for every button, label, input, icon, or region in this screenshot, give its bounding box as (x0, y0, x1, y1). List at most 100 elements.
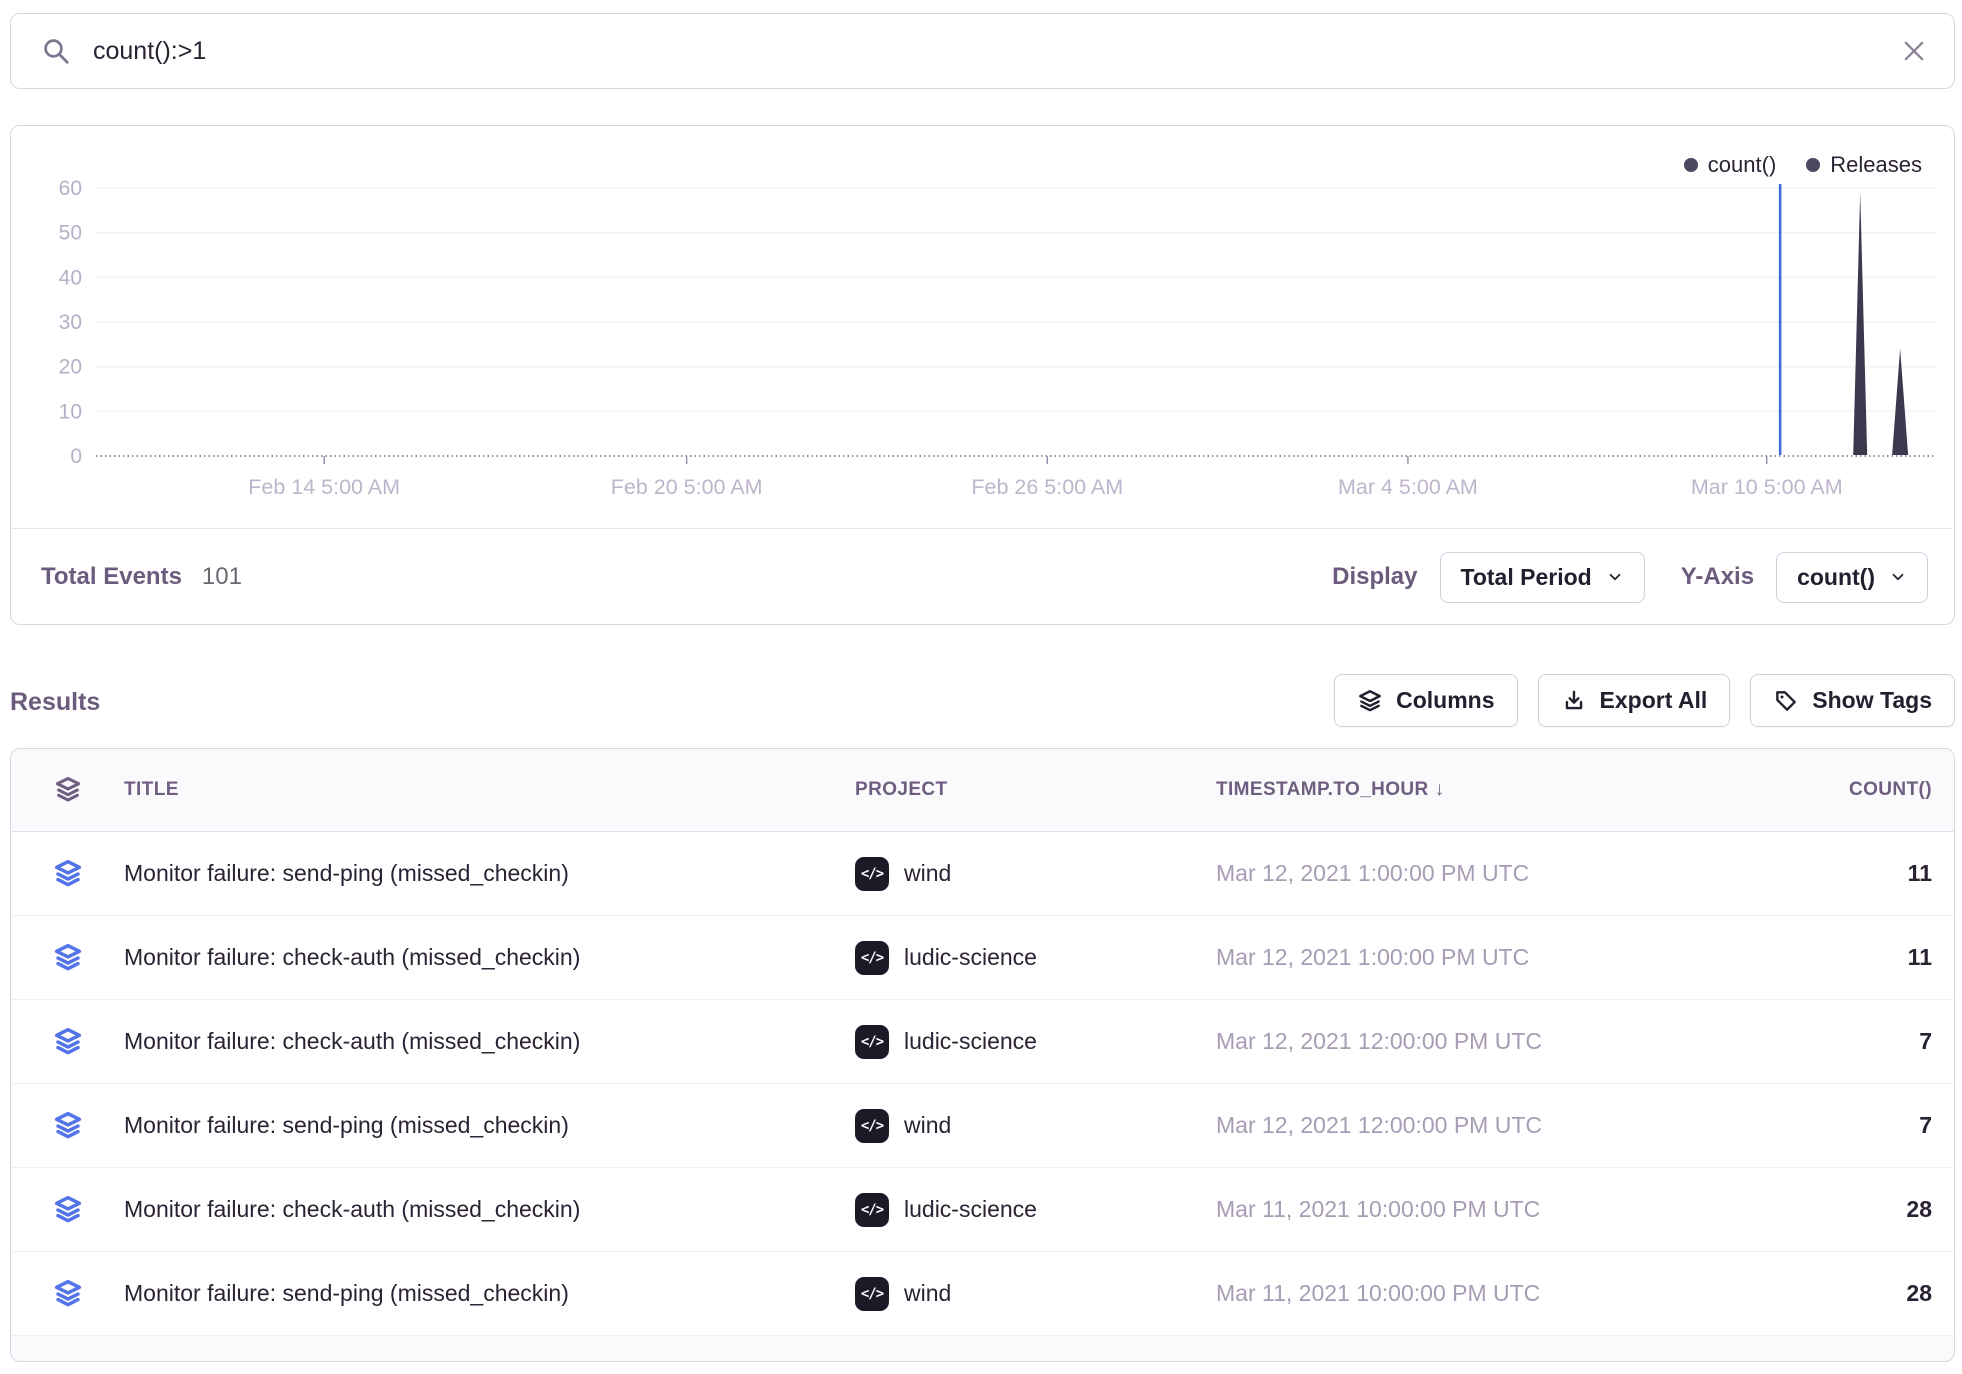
stacked-layers-icon[interactable] (11, 775, 124, 805)
display-dropdown[interactable]: Total Period (1440, 552, 1645, 603)
show-tags-button[interactable]: Show Tags (1750, 674, 1955, 727)
svg-text:60: 60 (59, 177, 82, 200)
table-row[interactable]: Monitor failure: send-ping (missed_check… (11, 1252, 1954, 1336)
row-project: </> ludic-science (855, 941, 1216, 975)
row-timestamp: Mar 12, 2021 12:00:00 PM UTC (1216, 1028, 1734, 1055)
chart-plot-area[interactable]: 0 10 20 30 40 50 60 Feb 14 5:00 AM Feb 20 5:00 A… (11, 126, 1952, 529)
events-chart-panel: count() Releases 0 10 20 30 40 50 60 Feb 14 5:0… (10, 125, 1955, 625)
legend-dot-releases-icon (1806, 158, 1820, 172)
row-project: </> ludic-science (855, 1193, 1216, 1227)
display-dropdown-value: Total Period (1461, 564, 1592, 591)
stacked-layers-icon (52, 1278, 84, 1310)
chart-legend: count() Releases (1684, 152, 1922, 178)
row-project: </> wind (855, 857, 1216, 891)
svg-text:Mar 10 5:00 AM: Mar 10 5:00 AM (1691, 475, 1843, 499)
column-header-project[interactable]: PROJECT (855, 779, 1216, 801)
row-count: 28 (1734, 1196, 1954, 1223)
tag-icon (1773, 688, 1799, 714)
row-title[interactable]: Monitor failure: send-ping (missed_check… (124, 1280, 855, 1307)
svg-text:10: 10 (59, 400, 82, 423)
sort-desc-icon: ↓ (1435, 779, 1445, 800)
code-project-icon: </> (855, 1109, 889, 1143)
code-project-icon: </> (855, 1025, 889, 1059)
row-project: </> wind (855, 1277, 1216, 1311)
project-name: ludic-science (904, 1028, 1037, 1055)
yaxis-label: Y-Axis (1681, 563, 1754, 591)
row-title[interactable]: Monitor failure: check-auth (missed_chec… (124, 1028, 855, 1055)
search-input[interactable] (91, 36, 1900, 67)
table-row[interactable]: Monitor failure: send-ping (missed_check… (11, 832, 1954, 916)
legend-label-releases: Releases (1830, 152, 1922, 178)
row-title[interactable]: Monitor failure: send-ping (missed_check… (124, 1112, 855, 1139)
download-icon (1561, 688, 1587, 714)
row-project: </> wind (855, 1109, 1216, 1143)
code-project-icon: </> (855, 1193, 889, 1227)
row-timestamp: Mar 12, 2021 1:00:00 PM UTC (1216, 860, 1734, 887)
total-events-label: Total Events (41, 563, 182, 591)
chevron-down-icon (1606, 568, 1624, 586)
svg-text:Mar 4 5:00 AM: Mar 4 5:00 AM (1338, 475, 1478, 499)
svg-text:Feb 20 5:00 AM: Feb 20 5:00 AM (611, 475, 763, 499)
code-project-icon: </> (855, 1277, 889, 1311)
results-actions: Columns Export All Show Tags (1334, 674, 1955, 727)
svg-text:Feb 14 5:00 AM: Feb 14 5:00 AM (248, 475, 400, 499)
legend-item-count[interactable]: count() (1684, 152, 1776, 178)
search-bar[interactable] (10, 13, 1955, 89)
project-name: wind (904, 860, 951, 887)
row-timestamp: Mar 11, 2021 10:00:00 PM UTC (1216, 1280, 1734, 1307)
code-project-icon: </> (855, 857, 889, 891)
row-count: 7 (1734, 1028, 1954, 1055)
table-header-row: TITLE PROJECT TIMESTAMP.TO_HOUR↓ COUNT() (11, 749, 1954, 832)
export-all-button[interactable]: Export All (1538, 674, 1731, 727)
row-title[interactable]: Monitor failure: check-auth (missed_chec… (124, 1196, 855, 1223)
svg-text:20: 20 (59, 356, 82, 379)
svg-text:Feb 26 5:00 AM: Feb 26 5:00 AM (971, 475, 1123, 499)
legend-item-releases[interactable]: Releases (1806, 152, 1922, 178)
columns-button-label: Columns (1396, 687, 1494, 714)
stacked-layers-icon (52, 1110, 84, 1142)
stacked-layers-icon (52, 858, 84, 890)
search-icon (41, 36, 71, 66)
column-header-count[interactable]: COUNT() (1734, 779, 1954, 801)
svg-text:0: 0 (70, 445, 82, 468)
yaxis-dropdown-value: count() (1797, 564, 1875, 591)
row-timestamp: Mar 12, 2021 1:00:00 PM UTC (1216, 944, 1734, 971)
svg-text:30: 30 (59, 311, 82, 334)
row-count: 11 (1734, 944, 1954, 971)
table-row[interactable]: Monitor failure: check-auth (missed_chec… (11, 1168, 1954, 1252)
table-body: Monitor failure: send-ping (missed_check… (11, 832, 1954, 1336)
total-events-value: 101 (202, 563, 242, 591)
layers-icon (1357, 688, 1383, 714)
row-count: 28 (1734, 1280, 1954, 1307)
legend-label-count: count() (1708, 152, 1776, 178)
project-name: ludic-science (904, 1196, 1037, 1223)
column-header-title[interactable]: TITLE (124, 779, 855, 801)
table-row[interactable]: Monitor failure: send-ping (missed_check… (11, 1084, 1954, 1168)
project-name: wind (904, 1112, 951, 1139)
yaxis-dropdown[interactable]: count() (1776, 552, 1928, 603)
export-all-button-label: Export All (1600, 687, 1708, 714)
svg-text:40: 40 (59, 266, 82, 289)
table-row[interactable]: Monitor failure: check-auth (missed_chec… (11, 916, 1954, 1000)
stacked-layers-icon (52, 1194, 84, 1226)
show-tags-button-label: Show Tags (1812, 687, 1932, 714)
table-row[interactable]: Monitor failure: check-auth (missed_chec… (11, 1000, 1954, 1084)
svg-text:50: 50 (59, 222, 82, 245)
project-name: wind (904, 1280, 951, 1307)
clear-search-icon[interactable] (1900, 37, 1928, 65)
row-count: 11 (1734, 860, 1954, 887)
row-count: 7 (1734, 1112, 1954, 1139)
chevron-down-icon (1889, 568, 1907, 586)
stacked-layers-icon (52, 942, 84, 974)
events-over-time-chart: 0 10 20 30 40 50 60 Feb 14 5:00 AM Feb 20 5:00 A… (11, 126, 1952, 528)
code-project-icon: </> (855, 941, 889, 975)
row-timestamp: Mar 12, 2021 12:00:00 PM UTC (1216, 1112, 1734, 1139)
row-title[interactable]: Monitor failure: send-ping (missed_check… (124, 860, 855, 887)
row-timestamp: Mar 11, 2021 10:00:00 PM UTC (1216, 1196, 1734, 1223)
column-header-timestamp[interactable]: TIMESTAMP.TO_HOUR↓ (1216, 779, 1734, 801)
columns-button[interactable]: Columns (1334, 674, 1517, 727)
row-project: </> ludic-science (855, 1025, 1216, 1059)
display-label: Display (1332, 563, 1417, 591)
project-name: ludic-science (904, 944, 1037, 971)
row-title[interactable]: Monitor failure: check-auth (missed_chec… (124, 944, 855, 971)
